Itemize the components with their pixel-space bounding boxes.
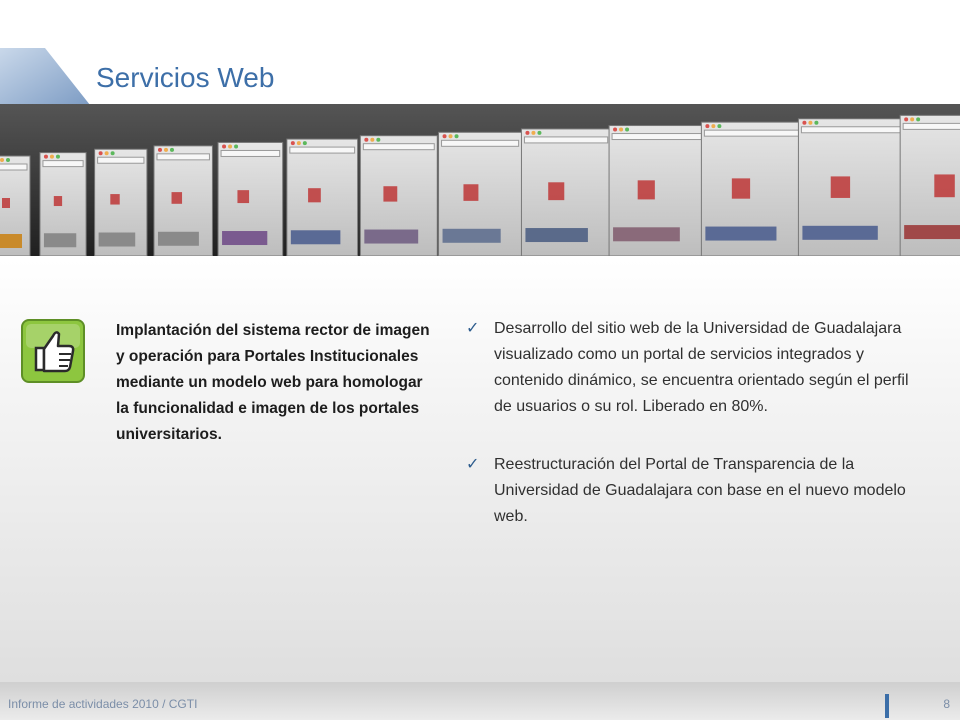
browser-thumbnail [608,125,705,256]
browser-thumbnail [39,152,87,256]
bullet-list: ✓ Desarrollo del sitio web de la Univers… [466,316,916,562]
browser-thumbnail [217,141,284,256]
browser-thumbnail [286,138,359,256]
thumbs-up-icon [20,318,86,384]
slide-title: Servicios Web [96,62,275,93]
bullet-text: Desarrollo del sitio web de la Universid… [494,320,909,415]
browser-thumbnail [797,118,907,256]
footer-text: Informe de actividades 2010 / CGTI [8,697,198,711]
bullet-item: ✓ Desarrollo del sitio web de la Univers… [466,316,916,420]
check-icon: ✓ [466,320,480,337]
page-number: 8 [943,697,950,711]
bullet-item: ✓ Reestructuración del Portal de Transpa… [466,452,916,530]
browser-thumbnail [520,128,612,256]
browser-thumbnail [94,148,148,256]
browser-thumbnail [438,131,523,256]
footer-accent-line [885,694,889,718]
bullet-text: Reestructuración del Portal de Transpare… [494,456,906,525]
browser-thumbnail [153,145,213,256]
browser-thumbnail [0,155,31,256]
implantation-description: Implantación del sistema rector de image… [116,322,430,443]
check-icon: ✓ [466,456,480,473]
title-tab-decoration [0,48,90,105]
browser-thumbnail [700,121,804,256]
browser-thumbnail [899,114,960,256]
browser-thumbnail [359,135,438,256]
banner-screenshots-image [0,104,960,256]
